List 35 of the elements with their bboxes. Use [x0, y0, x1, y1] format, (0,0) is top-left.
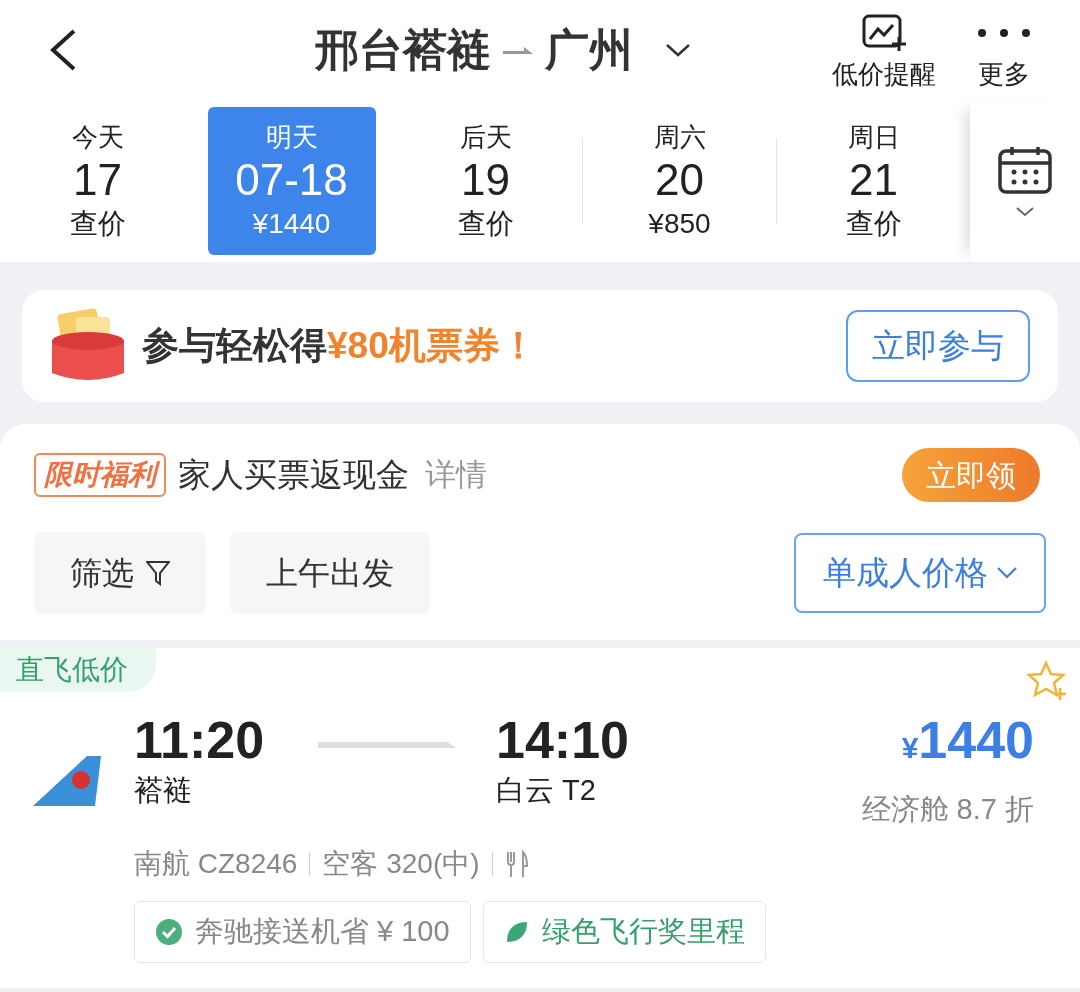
chevron-down-icon[interactable] — [665, 42, 691, 58]
meal-icon — [504, 850, 529, 878]
benefit-text: 家人买票返现金 — [178, 455, 409, 496]
cabin-discount: 经济舱 8.7 折 — [861, 792, 1034, 827]
flight-tag: 直飞低价 — [0, 648, 156, 692]
arrow-icon — [503, 46, 533, 54]
departure-time: 11:20 — [134, 710, 266, 770]
chevron-down-icon[interactable] — [1016, 207, 1034, 217]
header-action[interactable]: 更多 — [976, 13, 1032, 87]
benefit-badge: 限时福利 — [34, 453, 166, 497]
departure-airport: 褡裢 — [134, 773, 193, 808]
perk-tag: 奔驰接送机省 ¥ 100 — [134, 901, 471, 963]
perk-tag: 绿色飞行奖里程 — [482, 901, 766, 963]
flight-price: ¥1440 — [901, 710, 1034, 771]
date-tab[interactable]: 明天 07-18 ¥1440 — [207, 107, 376, 255]
route-origin: 邢台褡裢 — [315, 24, 491, 76]
more-icon — [976, 27, 1032, 39]
arrival-time: 14:10 — [496, 710, 629, 770]
promo-text: 参与轻松得¥80机票券！ — [142, 324, 537, 369]
funnel-icon — [146, 560, 170, 586]
airline-tail-logo — [33, 756, 101, 806]
filter-chip[interactable]: 上午出发 — [230, 532, 430, 614]
price-mode-dropdown[interactable]: 单成人价格 — [794, 533, 1046, 613]
chevron-down-icon — [995, 566, 1018, 580]
join-button[interactable]: 立即参与 — [846, 310, 1030, 382]
arrival-airport: 白云 T2 — [496, 773, 597, 808]
calendar-icon[interactable] — [997, 145, 1053, 195]
check-circle-icon — [155, 918, 183, 946]
chart-plus-icon — [861, 13, 907, 53]
flight-number: 南航 CZ8246 — [134, 847, 298, 881]
filter-chip[interactable]: 筛选 — [34, 532, 206, 614]
header-action[interactable]: 低价提醒 — [832, 13, 936, 87]
star-plus-icon[interactable] — [1026, 660, 1068, 700]
aircraft-type: 空客 320(中) — [322, 847, 480, 881]
route-destination: 广州 — [545, 24, 633, 76]
